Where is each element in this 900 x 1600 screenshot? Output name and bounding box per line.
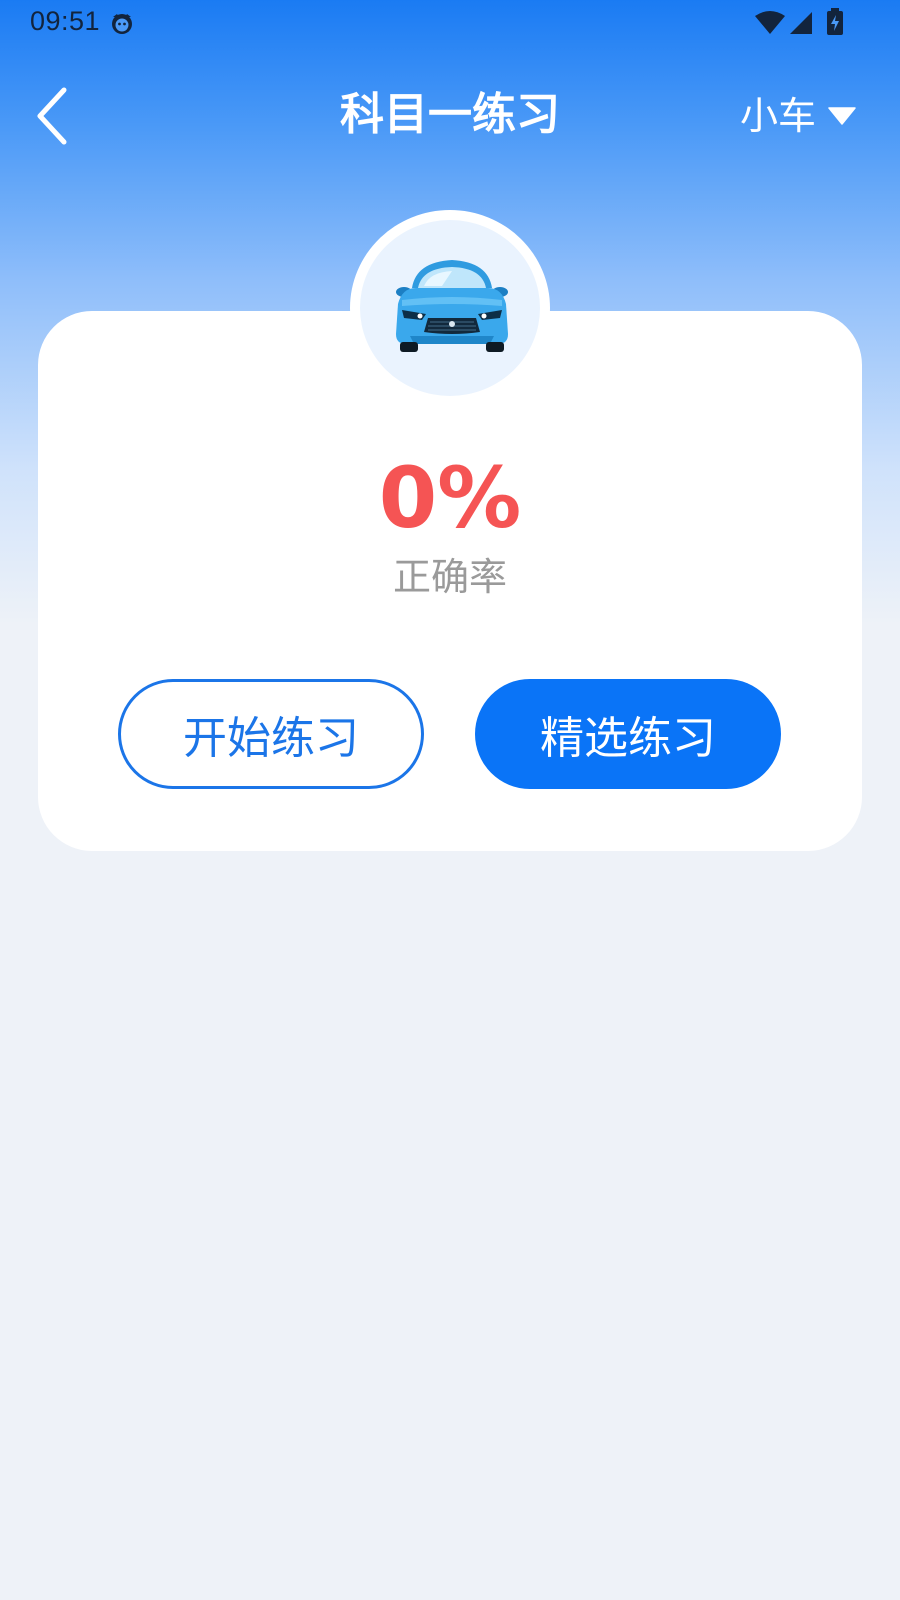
cat-face-icon	[112, 14, 132, 34]
chevron-left-icon	[37, 87, 67, 145]
accuracy-value: 0%	[378, 449, 522, 547]
status-bar: 09:51	[0, 0, 900, 48]
selected-practice-button[interactable]: 精选练习	[475, 679, 781, 789]
cell-signal-icon	[790, 12, 812, 34]
battery-charging-icon	[827, 8, 843, 35]
wifi-icon	[755, 11, 785, 34]
status-time: 09:51	[30, 6, 101, 36]
car-icon	[396, 260, 508, 352]
back-button[interactable]	[30, 86, 74, 146]
vehicle-type-label: 小车	[740, 94, 817, 138]
accuracy-label: 正确率	[392, 555, 507, 599]
caret-down-icon	[828, 107, 856, 125]
start-practice-button[interactable]: 开始练习	[118, 679, 424, 789]
vehicle-avatar	[350, 210, 550, 406]
page-title: 科目一练习	[340, 89, 560, 140]
vehicle-type-dropdown[interactable]: 小车	[740, 88, 856, 144]
